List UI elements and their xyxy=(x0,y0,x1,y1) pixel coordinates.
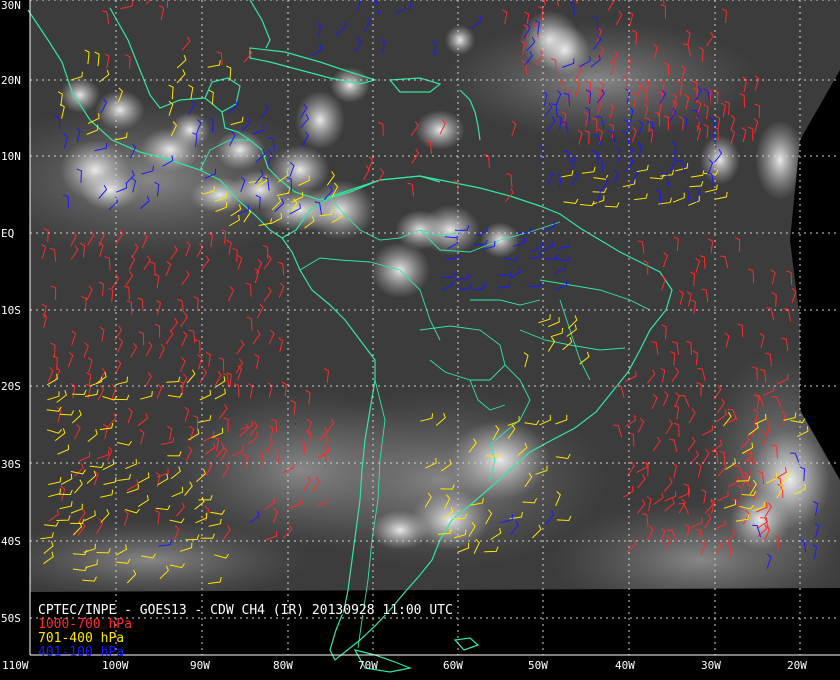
legend-low-level: 1000-700 hPa xyxy=(38,617,132,632)
cloud-patch xyxy=(450,420,550,500)
lat-label-50s: 50S xyxy=(1,612,21,625)
satellite-wind-map: 30N 20N 10N EQ 10S 20S 30S 40S 50S 110W … xyxy=(0,0,840,680)
cloud-patch xyxy=(80,170,140,210)
lat-label-10s: 10S xyxy=(1,304,21,317)
lon-label-100w: 100W xyxy=(102,659,129,672)
lon-label-80w: 80W xyxy=(273,659,293,672)
lon-label-30w: 30W xyxy=(701,659,721,672)
legend-mid-level: 701-400 hPa xyxy=(38,631,125,646)
lon-label-70w: 70W xyxy=(358,659,378,672)
cloud-patch xyxy=(170,112,210,148)
lat-label-30n: 30N xyxy=(1,0,21,12)
lat-label-eq: EQ xyxy=(1,227,15,240)
legend-high-level: 401-100 hPa xyxy=(38,645,125,660)
lon-label-50w: 50W xyxy=(528,659,548,672)
lat-label-20n: 20N xyxy=(1,74,21,87)
lat-label-20s: 20S xyxy=(1,380,21,393)
lat-label-30s: 30S xyxy=(1,458,21,471)
lat-label-40s: 40S xyxy=(1,535,21,548)
cloud-patch xyxy=(60,77,100,113)
haze-patch xyxy=(0,520,310,592)
cloud-patch xyxy=(190,177,250,213)
map-canvas xyxy=(0,0,840,673)
lon-label-110w: 110W xyxy=(2,659,29,672)
lat-label-10n: 10N xyxy=(1,150,21,163)
lon-label-40w: 40W xyxy=(615,659,635,672)
cloud-patch xyxy=(215,130,265,170)
cloud-patch xyxy=(540,25,590,75)
lon-label-60w: 60W xyxy=(443,659,463,672)
cloud-patch xyxy=(700,135,740,185)
cloud-patch xyxy=(445,25,475,55)
lon-label-90w: 90W xyxy=(190,659,210,672)
cloud-patch xyxy=(755,120,805,200)
lon-label-20w: 20W xyxy=(787,659,807,672)
cloud-patch xyxy=(370,510,430,550)
product-caption: CPTEC/INPE - GOES13 - CDW CH4 (IR) 20130… xyxy=(38,603,453,618)
earth-disk xyxy=(0,0,840,592)
